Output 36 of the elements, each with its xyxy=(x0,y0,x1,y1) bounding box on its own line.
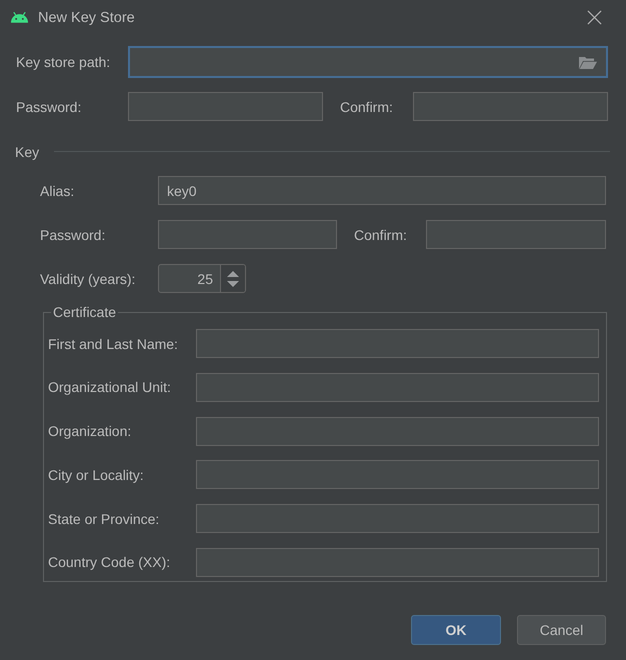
close-icon xyxy=(587,10,602,24)
field-label: Password: xyxy=(40,226,106,242)
password-field[interactable] xyxy=(128,92,323,121)
text-field[interactable] xyxy=(196,460,599,490)
field-label: Password: xyxy=(16,98,82,114)
text-field[interactable] xyxy=(196,548,599,577)
field-label: Confirm: xyxy=(339,98,394,114)
field-label: Country Code (XX): xyxy=(48,554,172,570)
text-field[interactable] xyxy=(196,416,599,446)
confirm-field[interactable] xyxy=(426,220,606,249)
section-title: Key xyxy=(15,144,40,160)
group-title: Certificate xyxy=(52,304,118,320)
validity-spinner[interactable]: 25 xyxy=(158,264,246,293)
field-label: Key store path: xyxy=(16,54,112,70)
window-title: New Key Store xyxy=(38,10,136,26)
field-label: Alias: xyxy=(40,182,76,198)
up-down-arrows-icon[interactable] xyxy=(227,270,239,288)
close-button[interactable] xyxy=(587,10,602,24)
text-field[interactable] xyxy=(196,329,599,358)
text-field[interactable] xyxy=(196,372,599,402)
key-store-path-field[interactable] xyxy=(128,46,608,78)
field-label: State or Province: xyxy=(48,510,160,527)
ok-button[interactable]: OK xyxy=(411,614,501,645)
field-label: City or Locality: xyxy=(48,466,145,483)
password-field[interactable] xyxy=(158,220,337,249)
field-label: Organization: xyxy=(48,423,132,440)
cancel-button[interactable]: Cancel xyxy=(517,614,606,645)
field-label: Organizational Unit: xyxy=(48,379,172,396)
text-field[interactable] xyxy=(196,504,599,534)
field-label: Confirm: xyxy=(353,226,408,242)
field-label: First and Last Name: xyxy=(48,336,179,352)
alias-field[interactable]: key0 xyxy=(158,176,606,205)
field-label: Validity (years): xyxy=(40,270,136,286)
confirm-field[interactable] xyxy=(413,92,608,121)
folder-icon[interactable] xyxy=(579,56,597,68)
android-icon xyxy=(10,11,29,23)
